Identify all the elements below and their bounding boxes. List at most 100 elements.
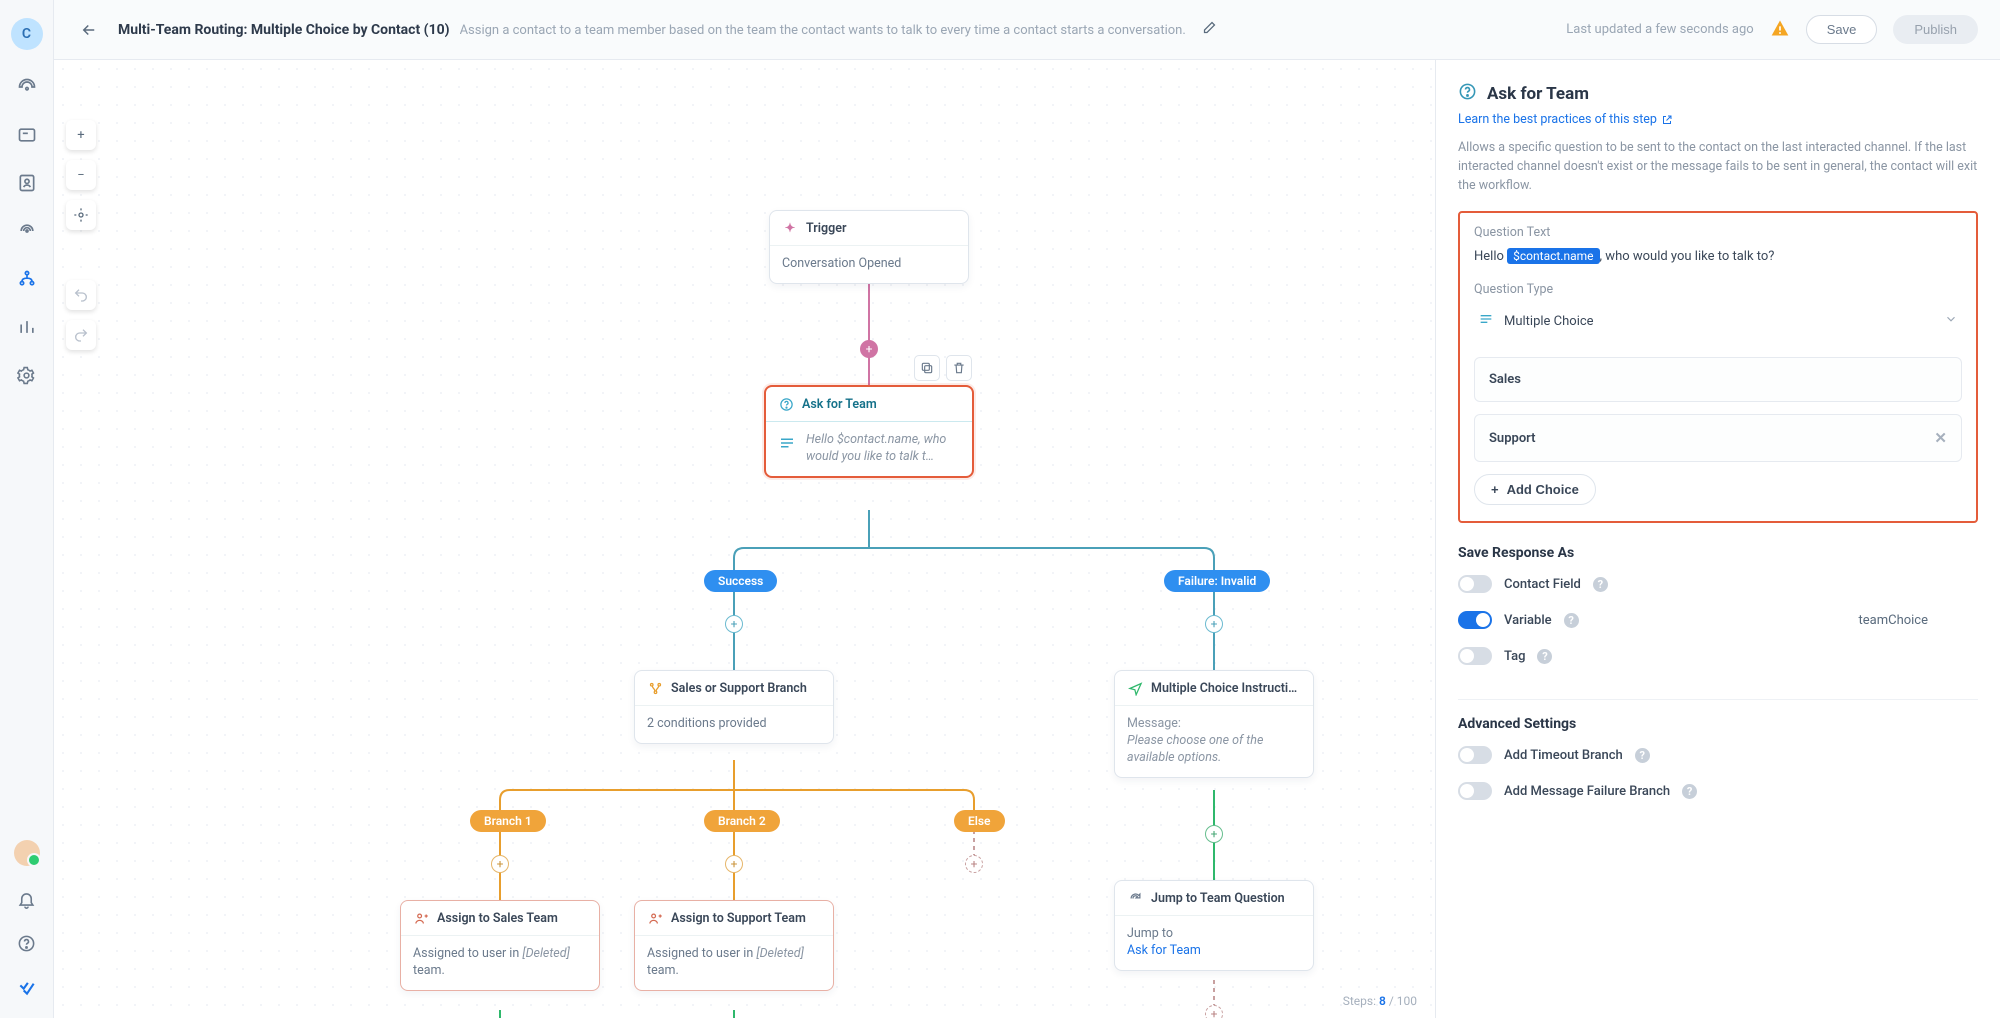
undo-button[interactable] [66, 280, 96, 310]
copy-node-button[interactable] [914, 355, 940, 381]
add-after-trigger[interactable]: + [860, 340, 878, 358]
publish-button[interactable]: Publish [1893, 15, 1978, 44]
workflow-header: Multi-Team Routing: Multiple Choice by C… [54, 0, 2000, 60]
redo-button[interactable] [66, 320, 96, 350]
variable-name-value[interactable]: teamChoice [1858, 613, 1978, 628]
question-type-select[interactable]: Multiple Choice [1474, 305, 1962, 337]
delete-node-button[interactable] [946, 355, 972, 381]
assign-icon [413, 910, 429, 926]
steps-counter: Steps: 8 / 100 [1343, 994, 1417, 1008]
toggle-contact-field[interactable] [1458, 575, 1492, 593]
choice-item[interactable]: Sales [1474, 357, 1962, 402]
node-title: Sales or Support Branch [671, 681, 807, 696]
node-branch[interactable]: Sales or Support Branch 2 conditions pro… [634, 670, 834, 744]
help-icon[interactable]: ? [1593, 577, 1608, 592]
question-text-value[interactable]: Hello $contact.name, who would you like … [1474, 248, 1962, 264]
label-failure: Failure: Invalid [1164, 570, 1270, 592]
question-config-box: Question Text Hello $contact.name, who w… [1458, 211, 1978, 523]
toggle-timeout-branch[interactable] [1458, 746, 1492, 764]
jump-icon [1127, 890, 1143, 906]
node-title: Ask for Team [802, 397, 877, 412]
assign-icon [647, 910, 663, 926]
node-jump[interactable]: Jump to Team Question Jump to Ask for Te… [1114, 880, 1314, 971]
choice-list: Sales Support ✕ [1474, 357, 1962, 462]
node-title: Jump to Team Question [1151, 891, 1285, 906]
add-after-branch1[interactable]: + [491, 855, 509, 873]
broadcast-icon[interactable] [16, 220, 38, 242]
left-sidebar: C [0, 0, 54, 1018]
workflow-description: Assign a contact to a team member based … [460, 23, 1186, 38]
workflows-icon[interactable] [16, 268, 38, 290]
node-title: Trigger [806, 221, 846, 236]
user-avatar[interactable] [14, 840, 40, 866]
node-body: Conversation Opened [770, 246, 968, 283]
node-body: Message: Please choose one of the availa… [1115, 706, 1313, 777]
warning-icon[interactable] [1770, 18, 1790, 42]
advanced-settings-label: Advanced Settings [1458, 716, 1978, 732]
text-icon [778, 432, 796, 454]
toggle-msgfail-row: Add Message Failure Branch ? [1458, 782, 1978, 800]
node-body: Assigned to user in [Deleted] team. [401, 936, 599, 990]
brand-icon[interactable] [16, 976, 38, 998]
workflow-canvas[interactable]: + − [54, 60, 1435, 1018]
node-assign-support[interactable]: Assign to Support Team Assigned to user … [634, 900, 834, 991]
node-title: Multiple Choice Instructi… [1151, 681, 1297, 696]
canvas-wires [54, 60, 1435, 1018]
workspace-avatar[interactable]: C [11, 18, 43, 50]
remove-choice-button[interactable]: ✕ [1934, 429, 1947, 447]
panel-title: Ask for Team [1458, 82, 1978, 106]
add-after-failure[interactable]: + [1205, 615, 1223, 633]
add-after-else[interactable]: + [965, 855, 983, 873]
settings-icon[interactable] [16, 364, 38, 386]
add-after-branch2[interactable]: + [725, 855, 743, 873]
back-button[interactable] [76, 17, 102, 43]
toggle-tag-row: Tag ? [1458, 647, 1978, 665]
list-icon [1478, 311, 1494, 331]
help-icon[interactable]: ? [1682, 784, 1697, 799]
send-icon [1127, 680, 1143, 696]
help-icon[interactable]: ? [1635, 748, 1650, 763]
edit-title-button[interactable] [1202, 20, 1217, 39]
toggle-tag[interactable] [1458, 647, 1492, 665]
choice-item[interactable]: Support ✕ [1474, 414, 1962, 462]
zoom-out-button[interactable]: − [66, 160, 96, 190]
help-icon[interactable]: ? [1537, 649, 1552, 664]
label-branch-2: Branch 2 [704, 810, 780, 832]
fit-view-button[interactable] [66, 200, 96, 230]
label-branch-1: Branch 1 [470, 810, 546, 832]
learn-best-practices-link[interactable]: Learn the best practices of this step [1458, 112, 1978, 127]
contacts-icon[interactable] [16, 172, 38, 194]
notifications-icon[interactable] [16, 888, 38, 910]
panel-description: Allows a specific question to be sent to… [1458, 139, 1978, 195]
add-after-jump[interactable]: + [1205, 1005, 1223, 1018]
node-body: 2 conditions provided [635, 706, 833, 743]
save-button[interactable]: Save [1806, 15, 1878, 44]
reports-icon[interactable] [16, 316, 38, 338]
choice-label: Support [1489, 431, 1536, 446]
toggle-contact-field-row: Contact Field ? [1458, 575, 1978, 593]
add-choice-button[interactable]: + Add Choice [1474, 474, 1596, 505]
node-assign-sales[interactable]: Assign to Sales Team Assigned to user in… [400, 900, 600, 991]
add-after-mc[interactable]: + [1205, 825, 1223, 843]
node-body: Jump to Ask for Team [1115, 916, 1313, 970]
spark-icon: ✦ [782, 220, 798, 236]
help-icon[interactable]: ? [1564, 613, 1579, 628]
label-success: Success [704, 570, 777, 592]
inbox-icon[interactable] [16, 124, 38, 146]
toggle-message-failure-branch[interactable] [1458, 782, 1492, 800]
toggle-variable[interactable] [1458, 611, 1492, 629]
dashboard-icon[interactable] [16, 76, 38, 98]
help-icon[interactable] [16, 932, 38, 954]
toggle-timeout-row: Add Timeout Branch ? [1458, 746, 1978, 764]
question-text-label: Question Text [1474, 225, 1962, 240]
workflow-title: Multi-Team Routing: Multiple Choice by C… [118, 22, 450, 38]
node-mc-instructions[interactable]: Multiple Choice Instructi… Message: Plea… [1114, 670, 1314, 778]
node-ask-for-team[interactable]: Ask for Team Hello $contact.name, who wo… [764, 385, 974, 478]
node-title: Assign to Sales Team [437, 911, 558, 926]
variable-chip[interactable]: $contact.name [1507, 248, 1599, 264]
plus-icon: + [1491, 482, 1499, 497]
add-after-success[interactable]: + [725, 615, 743, 633]
zoom-in-button[interactable]: + [66, 120, 96, 150]
chevron-down-icon [1944, 312, 1958, 330]
node-trigger[interactable]: ✦ Trigger Conversation Opened [769, 210, 969, 284]
